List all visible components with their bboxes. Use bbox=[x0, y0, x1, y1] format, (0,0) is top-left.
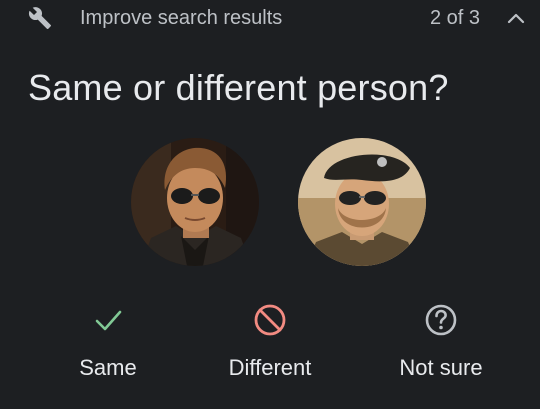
same-button[interactable]: Same bbox=[38, 296, 178, 396]
different-label: Different bbox=[228, 355, 312, 380]
panel-header: Improve search results 2 of 3 bbox=[0, 0, 540, 38]
face-photo-right[interactable] bbox=[298, 138, 426, 266]
prohibited-icon bbox=[252, 302, 288, 338]
person-photo-icon bbox=[298, 138, 426, 266]
not-sure-button[interactable]: Not sure bbox=[371, 296, 511, 396]
chevron-up-icon[interactable] bbox=[504, 7, 528, 31]
same-label: Same bbox=[79, 355, 137, 380]
feedback-panel: Improve search results 2 of 3 Same or di… bbox=[0, 0, 540, 409]
different-button[interactable]: Different bbox=[200, 296, 340, 396]
help-circle-icon bbox=[423, 302, 459, 338]
question-heading: Same or different person? bbox=[28, 67, 449, 108]
person-photo-icon bbox=[131, 138, 259, 266]
face-photo-left[interactable] bbox=[131, 138, 259, 266]
not-sure-label: Not sure bbox=[399, 355, 483, 380]
header-title: Improve search results bbox=[80, 7, 283, 29]
check-icon bbox=[90, 302, 126, 338]
progress-counter: 2 of 3 bbox=[430, 7, 481, 29]
wrench-icon bbox=[28, 6, 52, 30]
